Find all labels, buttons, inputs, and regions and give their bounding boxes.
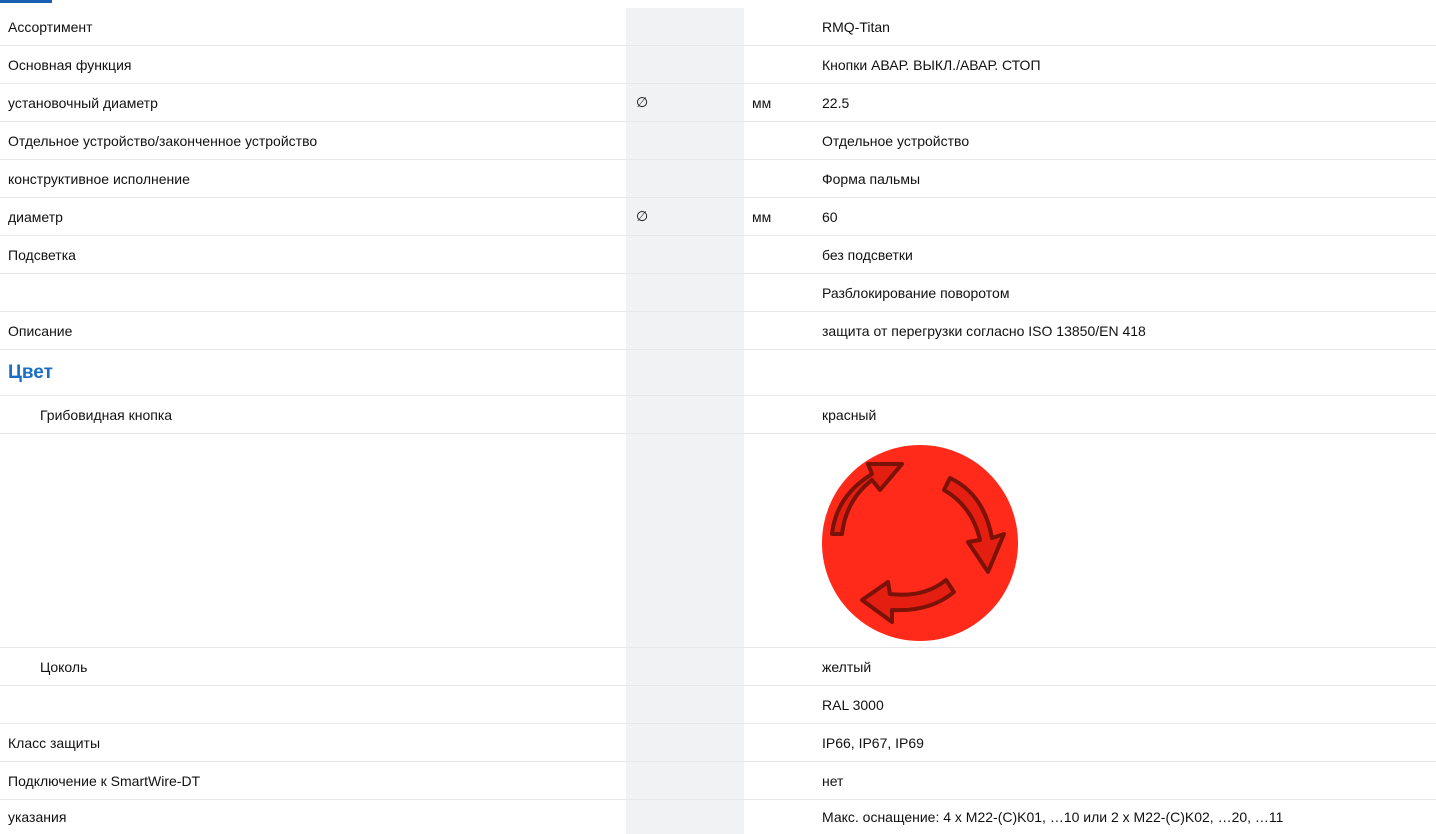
row-value: Макс. оснащение: 4 x M22-(C)K01, …10 или…: [822, 809, 1284, 825]
table-row-notes: указания Макс. оснащение: 4 x M22-(C)K01…: [0, 800, 1436, 834]
table-row-assortment: Ассортимент RMQ-Titan: [0, 8, 1436, 46]
row-label: Цоколь: [40, 659, 88, 675]
table-row-design: конструктивное исполнение Форма пальмы: [0, 160, 1436, 198]
emergency-stop-button-image: [822, 445, 1018, 641]
row-label: Основная функция: [8, 57, 132, 73]
row-label: Описание: [8, 323, 73, 339]
table-row-unlock: Разблокирование поворотом: [0, 274, 1436, 312]
row-value: Форма пальмы: [822, 171, 921, 187]
row-label: Подсветка: [8, 247, 76, 263]
row-label: Грибовидная кнопка: [40, 407, 173, 423]
section-title: Цвет: [8, 362, 53, 383]
row-value: RMQ-Titan: [822, 19, 890, 35]
row-label: Класс защиты: [8, 735, 101, 751]
row-label: Ассортимент: [8, 19, 93, 35]
row-value: Отдельное устройство: [822, 133, 970, 149]
section-heading-color: Цвет: [0, 350, 1436, 396]
row-label: конструктивное исполнение: [8, 171, 190, 187]
row-value: Разблокирование поворотом: [822, 285, 1010, 301]
row-value: красный: [822, 407, 877, 423]
row-value: RAL 3000: [822, 697, 884, 713]
table-row-ral: RAL 3000: [0, 686, 1436, 724]
diameter-symbol: ∅: [636, 95, 649, 111]
table-row-description: Описание защита от перегрузки согласно I…: [0, 312, 1436, 350]
table-row-mushroom-button: Грибовидная кнопка красный: [0, 396, 1436, 434]
row-value: без подсветки: [822, 247, 913, 263]
table-row-smartwire: Подключение к SmartWire-DT нет: [0, 762, 1436, 800]
table-row-protection-class: Класс защиты IP66, IP67, IP69: [0, 724, 1436, 762]
unit-label: мм: [752, 95, 772, 111]
row-value: нет: [822, 773, 844, 789]
row-label: Отдельное устройство/законченное устройс…: [8, 133, 318, 149]
row-value: 22.5: [822, 95, 850, 111]
row-value: Кнопки АВАР. ВЫКЛ./АВАР. СТОП: [822, 57, 1041, 73]
table-row-main-function: Основная функция Кнопки АВАР. ВЫКЛ./АВАР…: [0, 46, 1436, 84]
table-row-product-image: [0, 434, 1436, 648]
top-accent-bar: [0, 0, 52, 3]
row-label: установочный диаметр: [8, 95, 158, 111]
row-label: Подключение к SmartWire-DT: [8, 773, 201, 789]
table-row-illumination: Подсветка без подсветки: [0, 236, 1436, 274]
table-row-mounting-diameter: установочный диаметр ∅ мм 22.5: [0, 84, 1436, 122]
table-row-diameter: диаметр ∅ мм 60: [0, 198, 1436, 236]
row-value: IP66, IP67, IP69: [822, 735, 924, 751]
row-value: защита от перегрузки согласно ISO 13850/…: [822, 323, 1146, 339]
row-label: указания: [8, 809, 67, 825]
red-mushroom-button-icon: [822, 434, 1018, 649]
diameter-symbol: ∅: [636, 209, 649, 225]
row-value: 60: [822, 209, 838, 225]
row-label: диаметр: [8, 209, 63, 225]
table-row-device-type: Отдельное устройство/законченное устройс…: [0, 122, 1436, 160]
unit-label: мм: [752, 209, 772, 225]
table-row-base: Цоколь желтый: [0, 648, 1436, 686]
row-value: желтый: [822, 659, 872, 675]
